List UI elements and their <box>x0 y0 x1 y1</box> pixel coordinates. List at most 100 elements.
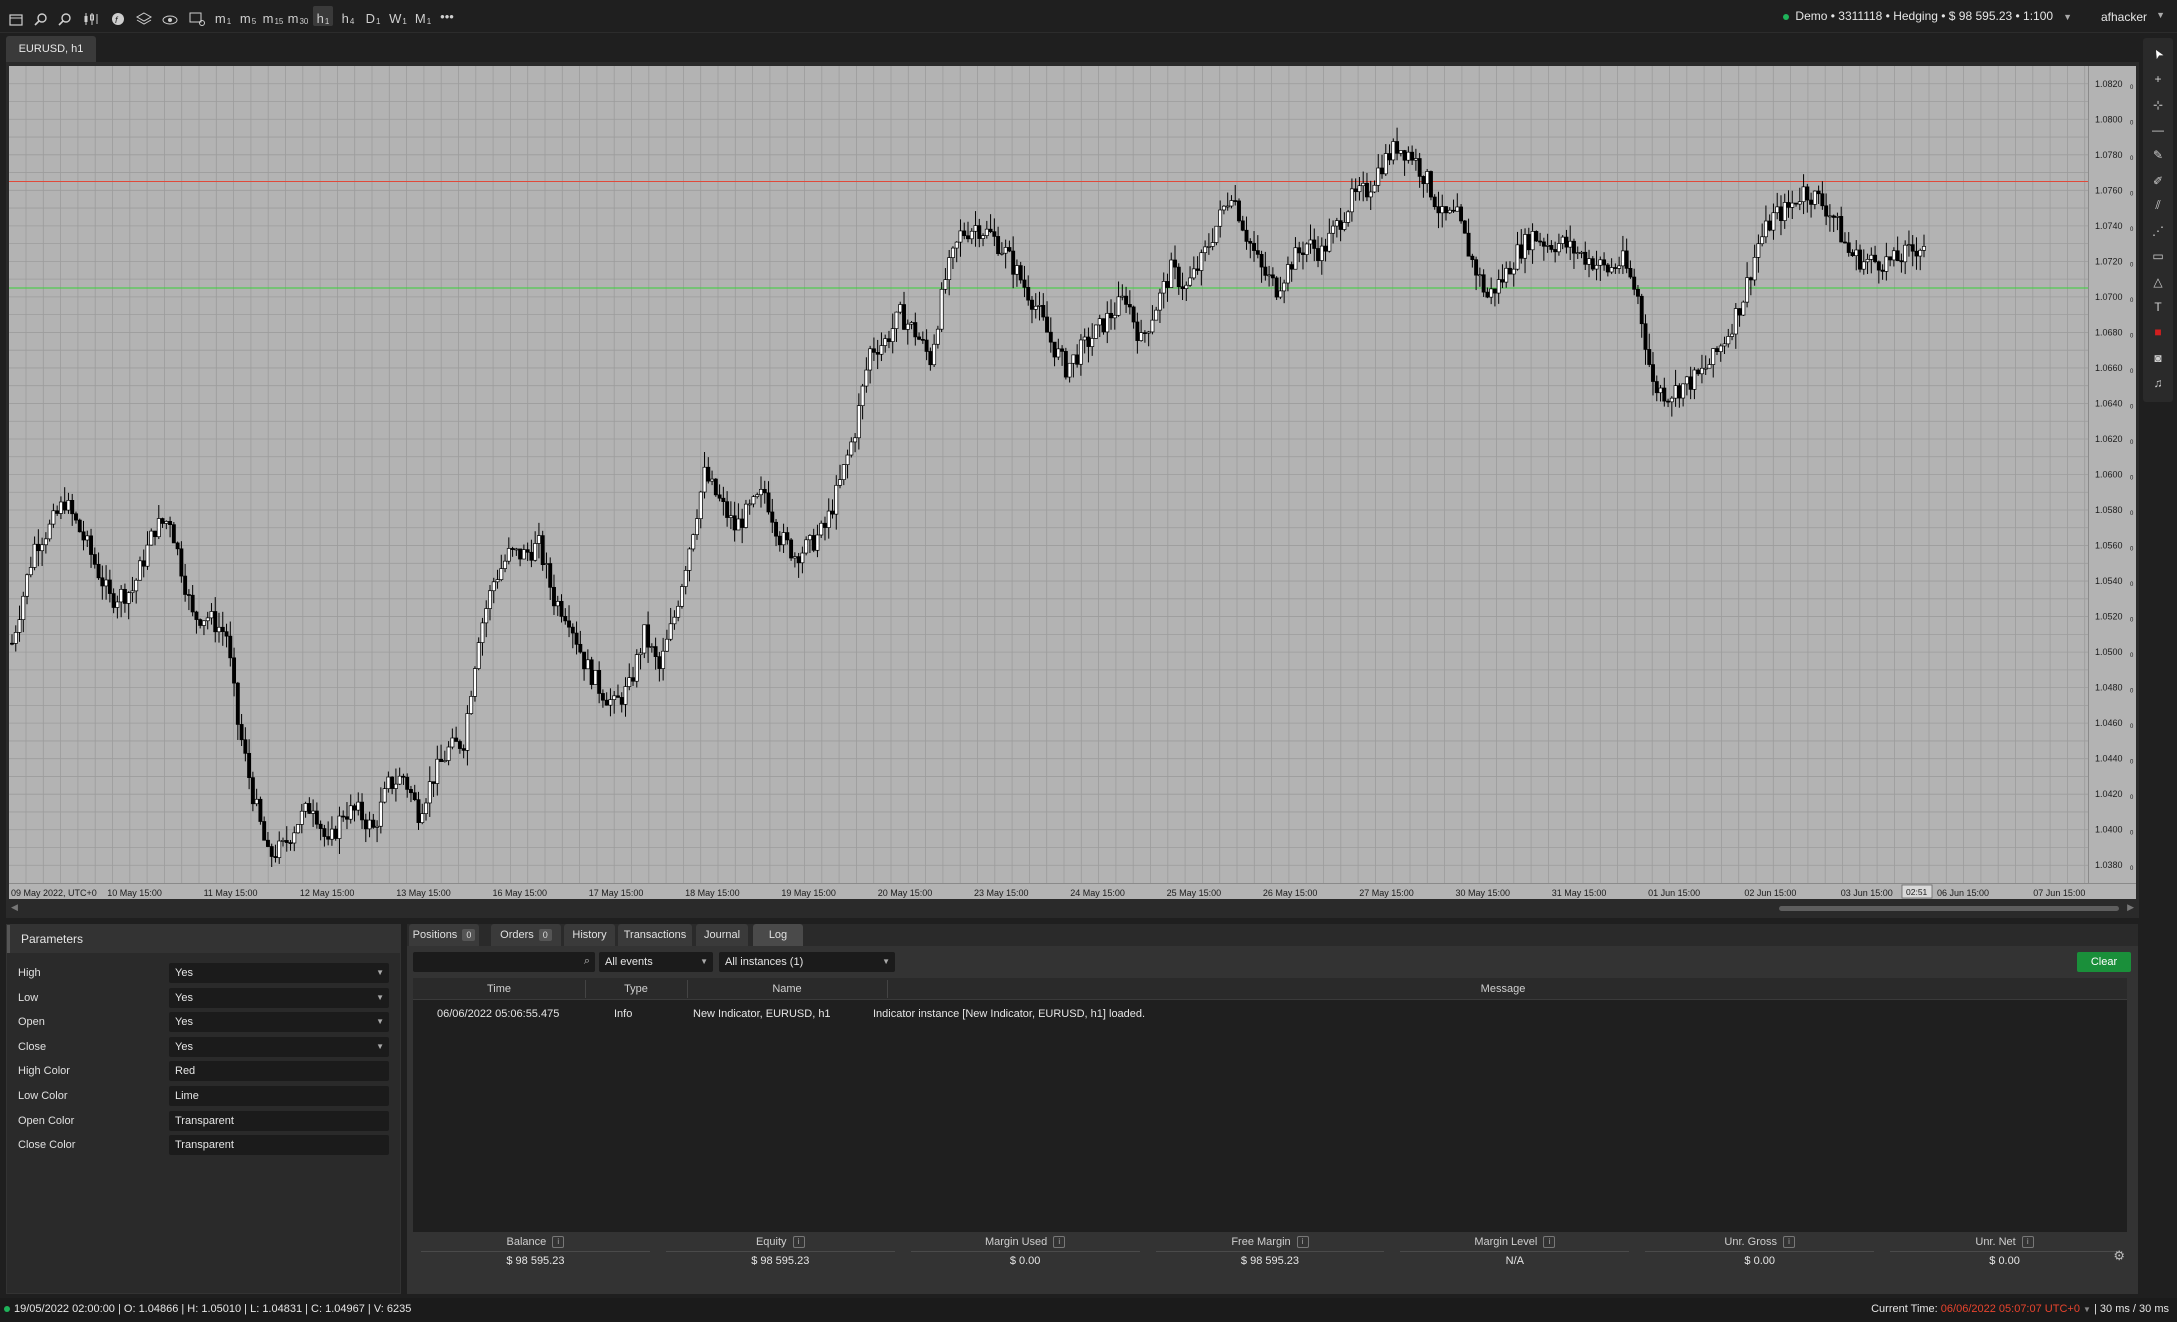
events-filter-select[interactable]: All events ▼ <box>599 952 713 972</box>
param-field-high-color[interactable]: Red <box>169 1061 389 1082</box>
param-field-open-color[interactable]: Transparent <box>169 1110 389 1131</box>
candle <box>1583 241 1588 271</box>
column-header-time[interactable]: Time <box>413 983 585 995</box>
timeframe-button-h4[interactable]: h4 <box>338 6 358 26</box>
chart-settings-icon[interactable] <box>188 6 206 26</box>
price-axis[interactable]: 1.0820 0 1.0800 0 1.0780 0 1.0760 0 1.0740 0 1.072… <box>2088 66 2136 883</box>
chart-tab[interactable]: EURUSD, h1 <box>6 36 96 62</box>
chart-plot-area[interactable] <box>9 66 2088 883</box>
triangle-icon[interactable]: △ <box>2143 272 2173 292</box>
param-field-high[interactable]: Yes ▼ <box>169 963 389 983</box>
info-icon[interactable]: i <box>1782 1236 1795 1249</box>
measure-icon[interactable]: ⊹ <box>2143 95 2173 115</box>
timeframe-button-h1[interactable]: h1 <box>313 6 333 26</box>
more-icon[interactable]: ••• <box>438 6 456 26</box>
instances-filter-value: All instances (1) <box>725 956 804 968</box>
brush-icon[interactable]: ✐ <box>2143 171 2173 191</box>
info-icon[interactable]: i <box>552 1236 565 1249</box>
camera-icon[interactable]: ◙ <box>2143 348 2173 368</box>
tab-positions[interactable]: Positions 0 <box>409 924 479 946</box>
info-icon[interactable]: i <box>1543 1236 1556 1249</box>
candle <box>521 544 526 560</box>
chart-type-icon[interactable] <box>82 6 100 26</box>
info-icon[interactable]: i <box>2021 1236 2034 1249</box>
candle <box>1395 127 1400 161</box>
info-icon[interactable]: i <box>792 1236 805 1249</box>
indicator-icon[interactable]: f <box>110 6 126 26</box>
scroll-left-icon[interactable]: ◀ <box>11 902 18 913</box>
candle <box>830 499 835 519</box>
tab-transactions[interactable]: Transactions <box>618 924 692 946</box>
chevron-down-icon[interactable]: ▼ <box>2083 1305 2091 1314</box>
account-selector[interactable]: Demo • 3311118 • Hedging • $ 98 595.23 •… <box>1783 9 2072 23</box>
tab-log[interactable]: Log <box>753 924 803 946</box>
price-tick-label: 1.0580 <box>2095 505 2123 515</box>
column-header-type[interactable]: Type <box>585 983 687 995</box>
gear-icon[interactable]: ⚙ <box>2113 1248 2125 1264</box>
layers-icon[interactable] <box>135 6 153 26</box>
horizontal-line-icon[interactable]: — <box>2143 120 2173 140</box>
price-tick-label: 1.0820 <box>2095 79 2123 89</box>
tab-label: History <box>572 929 607 941</box>
tab-orders[interactable]: Orders 0 <box>491 924 561 946</box>
timeframe-button-m5[interactable]: m5 <box>238 6 258 26</box>
candle <box>250 771 255 812</box>
candle <box>281 837 285 847</box>
candle <box>1018 261 1023 284</box>
log-search-input[interactable]: ⌕ <box>413 952 595 972</box>
cursor-icon[interactable]: ➤ <box>2142 36 2174 72</box>
candle <box>1255 235 1260 259</box>
log-time-cell: 06/06/2022 05:06:55.475 <box>437 1008 560 1020</box>
user-menu[interactable]: afhacker <box>2101 10 2147 24</box>
candle <box>1779 195 1783 236</box>
candle <box>1628 260 1633 279</box>
zoom-out-icon[interactable] <box>57 6 73 26</box>
chart-horizontal-scrollbar[interactable]: ◀ ▶ <box>9 901 2136 915</box>
tab-history[interactable]: History <box>564 924 615 946</box>
time-axis[interactable]: 09 May 2022, UTC+0 10 May 15:00 11 May 15:… <box>9 883 2136 899</box>
bell-icon[interactable]: ♫ <box>2143 373 2173 393</box>
color-swatch-icon[interactable]: ■ <box>2143 322 2173 342</box>
rectangle-icon[interactable]: ▭ <box>2143 246 2173 266</box>
channel-icon[interactable]: ⋰ <box>2143 221 2173 241</box>
scroll-right-icon[interactable]: ▶ <box>2127 902 2134 913</box>
instances-filter-select[interactable]: All instances (1) ▼ <box>719 952 895 972</box>
layout-icon[interactable] <box>8 6 24 26</box>
text-icon[interactable]: T <box>2143 297 2173 317</box>
column-header-name[interactable]: Name <box>687 983 887 995</box>
candle <box>322 824 327 847</box>
scrollbar-thumb[interactable] <box>1779 906 2119 911</box>
candle <box>104 565 109 600</box>
param-field-close-color[interactable]: Transparent <box>169 1135 389 1156</box>
price-chart[interactable] <box>9 66 2088 883</box>
pencil-icon[interactable]: ✎ <box>2143 145 2173 165</box>
candle <box>70 493 75 526</box>
timeframe-button-m15[interactable]: m 15 <box>263 6 284 26</box>
param-field-low-color[interactable]: Lime <box>169 1086 389 1106</box>
column-header-message[interactable]: Message <box>887 983 2119 995</box>
clear-log-button[interactable]: Clear <box>2077 952 2131 972</box>
timeframe-button-m30[interactable]: m 30 <box>288 6 309 26</box>
eye-icon[interactable] <box>161 6 179 26</box>
fib-icon[interactable]: ⫽ <box>2143 196 2173 216</box>
price-tick-label: 1.0440 <box>2095 754 2123 764</box>
candle <box>683 565 688 595</box>
tab-journal[interactable]: Journal <box>696 924 748 946</box>
candle <box>1109 299 1113 330</box>
timeframe-button-d1[interactable]: D1 <box>363 6 383 26</box>
crosshair-icon[interactable]: + <box>2143 69 2173 89</box>
zoom-in-icon[interactable] <box>33 6 49 26</box>
param-field-open[interactable]: Yes ▼ <box>169 1012 389 1033</box>
param-field-close[interactable]: Yes ▼ <box>169 1036 389 1057</box>
timezone-selector[interactable]: UTC+0 <box>2045 1303 2080 1315</box>
candle <box>710 470 715 486</box>
chevron-down-icon[interactable]: ▼ <box>2156 10 2165 20</box>
info-icon[interactable]: i <box>1053 1236 1066 1249</box>
candle <box>314 802 319 829</box>
timeframe-button-w1[interactable]: W1 <box>388 6 408 26</box>
timeframe-button-m1[interactable]: M1 <box>413 6 433 26</box>
info-icon[interactable]: i <box>1296 1236 1309 1249</box>
candle <box>1891 247 1896 267</box>
timeframe-button-m1[interactable]: m1 <box>213 6 233 26</box>
param-field-low[interactable]: Yes ▼ <box>169 987 389 1008</box>
